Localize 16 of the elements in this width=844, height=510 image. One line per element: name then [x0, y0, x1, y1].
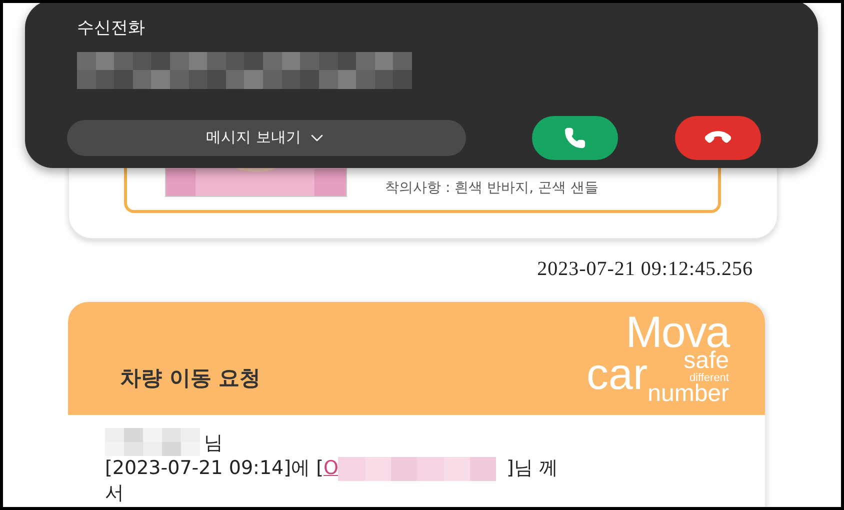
- timestamp: 2023-07-21 09:12:45.256: [537, 257, 753, 282]
- request-text: ]님 께: [506, 456, 558, 481]
- name-suffix: 님: [204, 431, 223, 456]
- decline-button[interactable]: [675, 116, 761, 160]
- send-message-button[interactable]: 메시지 보내기: [67, 120, 466, 156]
- logo-text: different: [689, 373, 729, 384]
- request-text: 서: [105, 482, 124, 504]
- card-title: 차량 이동 요청: [120, 364, 261, 392]
- logo-text: car: [586, 353, 648, 397]
- sender-link[interactable]: O: [324, 456, 338, 481]
- request-text: [2023-07-21 09:14]에 [: [105, 456, 324, 481]
- clothing-detail: 착의사항 : 흰색 반바지, 곤색 샌들: [385, 179, 598, 198]
- phone-icon: [564, 126, 586, 148]
- answer-button[interactable]: [532, 116, 618, 160]
- logo-text: number: [648, 382, 729, 406]
- call-title: 수신전화: [77, 17, 146, 40]
